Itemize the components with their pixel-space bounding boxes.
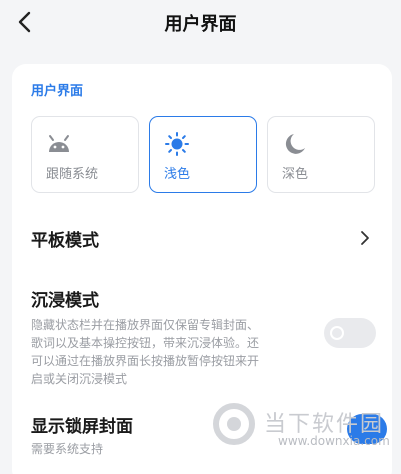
theme-option-follow-system[interactable]: 跟随系统 <box>31 116 139 193</box>
watermark: 当下软件园 www.downxia.com <box>212 400 392 470</box>
immersive-mode-toggle[interactable] <box>324 318 376 348</box>
theme-option-dark[interactable]: 深色 <box>267 116 375 193</box>
theme-option-label: 浅色 <box>164 167 191 182</box>
immersive-mode-description: 隐藏状态栏并在播放界面仅保留专辑封面、 歌词以及基本操控按钮，带来沉浸体验。还 … <box>31 318 260 386</box>
theme-option-light[interactable]: 浅色 <box>149 116 257 193</box>
immersive-mode-label: 沉浸模式 <box>31 291 99 311</box>
chevron-right-icon[interactable] <box>360 230 370 246</box>
lockscreen-cover-label: 显示锁屏封面 <box>31 417 133 437</box>
tablet-mode-label[interactable]: 平板模式 <box>31 226 99 251</box>
top-bar: 用户界面 <box>0 0 401 44</box>
section-title: 用户界面 <box>31 84 84 99</box>
theme-option-label: 跟随系统 <box>46 167 99 182</box>
toggle-knob <box>330 326 344 340</box>
sun-icon <box>165 132 189 156</box>
page-title: 用户界面 <box>164 14 237 35</box>
android-icon <box>49 135 69 152</box>
theme-option-label: 深色 <box>282 167 309 182</box>
watermark-url: www.downxia.com <box>278 434 390 448</box>
watermark-logo-icon <box>213 403 255 445</box>
lockscreen-cover-subtitle: 需要系统支持 <box>31 442 104 456</box>
moon-icon <box>285 134 305 154</box>
